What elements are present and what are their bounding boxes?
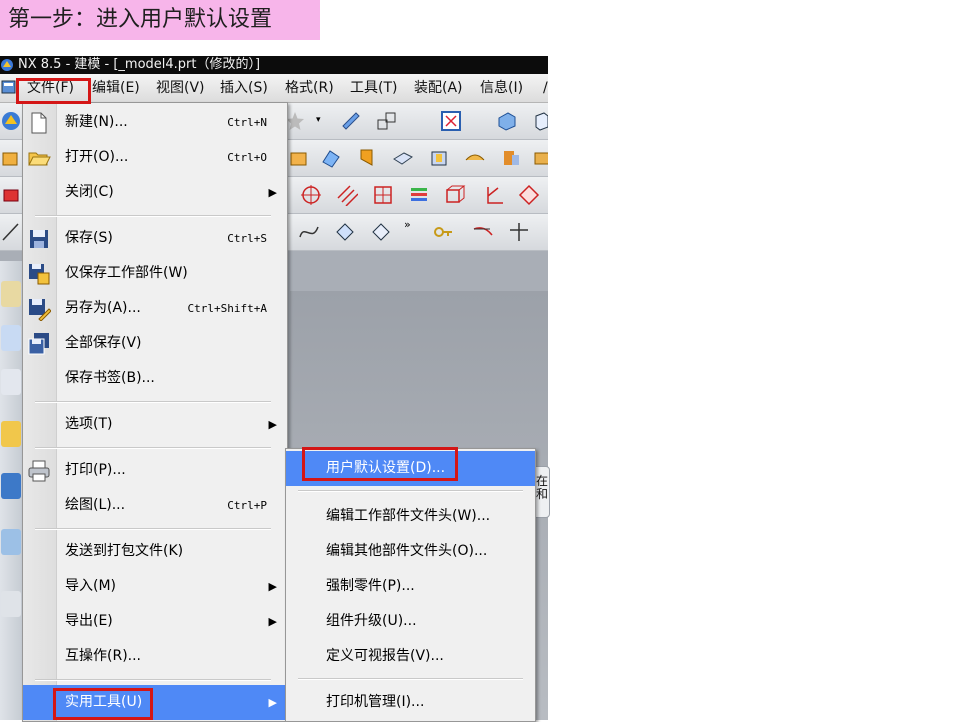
title-bar: NX 8.5 - 建模 - [_model4.prt（修改的）] [0,56,548,74]
file-menu-interoperation[interactable]: 互操作(R)... [23,639,287,674]
red-block-icon[interactable] [0,184,22,206]
submenu-edit-other-part-header[interactable]: 编辑其他部件文件头(O)... [286,534,535,569]
annotation-box-utilities [53,688,153,720]
menu-view[interactable]: 视图(V) [156,79,205,97]
extrude-icon[interactable] [0,147,22,169]
trim-icon[interactable] [334,221,356,243]
line-tool-icon[interactable] [0,221,22,243]
info-icon[interactable] [1,473,21,499]
angle-icon[interactable] [484,184,506,206]
save-disk-icon [30,230,48,248]
snap-point-icon[interactable] [340,110,362,132]
file-menu-save-as[interactable]: 另存为(A)... Ctrl+Shift+A [23,291,287,326]
boss-icon[interactable] [428,147,450,169]
nx-app-icon [1,59,13,71]
menu-assemblies[interactable]: 装配(A) [414,79,463,97]
app-menu-icon[interactable] [1,79,17,95]
file-menu-send-to-package[interactable]: 发送到打包文件(K) [23,534,287,569]
extend-icon[interactable] [370,221,392,243]
annotation-box-user-defaults [302,447,458,481]
cube-icon[interactable] [530,110,548,132]
assembly-navigator-icon[interactable] [1,281,21,307]
submenu-arrow-icon: ▶ [268,615,277,628]
submenu-component-upgrade[interactable]: 组件升级(U)... [286,604,535,639]
part-navigator-icon[interactable] [1,369,21,395]
save-all-icon [28,333,49,355]
revolve-icon[interactable] [356,147,378,169]
open-folder-icon [28,152,51,166]
file-menu-open[interactable]: 打开(O)... Ctrl+O [23,140,287,175]
hole-icon[interactable] [392,147,414,169]
menu-separator [298,490,523,492]
submenu-printer-management[interactable]: 打印机管理(I)... [286,685,535,720]
curve-arrow-icon[interactable] [472,221,494,243]
diamond-icon[interactable] [518,184,540,206]
save-work-part-icon [29,264,50,285]
slot-icon[interactable] [532,147,548,169]
key-icon[interactable] [432,221,454,243]
sweep-icon[interactable] [320,147,342,169]
menu-separator [35,447,271,449]
printer-icon [28,460,50,482]
menu-format[interactable]: 格式(R) [285,79,334,97]
submenu-arrow-icon: ▶ [268,696,277,709]
pocket-icon[interactable] [464,147,486,169]
menu-insert[interactable]: 插入(S) [220,79,268,97]
file-menu-print[interactable]: 打印(P)... [23,453,287,488]
block-icon[interactable] [288,147,310,169]
constraint-navigator-icon[interactable] [1,325,21,351]
submenu-force-part[interactable]: 强制零件(P)... [286,569,535,604]
menu-overflow[interactable]: / [543,79,548,97]
file-menu-plot[interactable]: 绘图(L)... Ctrl+P [23,488,287,523]
new-file-icon [31,112,47,134]
hatch-icon[interactable] [336,184,358,206]
view-orient-icon[interactable] [496,110,518,132]
menu-tools[interactable]: 工具(T) [350,79,397,97]
pad-icon[interactable] [500,147,522,169]
nx-logo-icon[interactable] [0,110,22,132]
submenu-edit-work-part-header[interactable]: 编辑工作部件文件头(W)... [286,499,535,534]
menu-edit[interactable]: 编辑(E) [92,79,140,97]
circle-center-icon[interactable] [300,184,322,206]
cross-tool-icon[interactable] [508,221,530,243]
window-title: NX 8.5 - 建模 - [_model4.prt（修改的）] [18,57,261,72]
dropdown-arrow-icon[interactable]: ▾ [316,115,321,125]
menu-separator [35,679,271,681]
save-as-icon [29,299,51,321]
submenu-arrow-icon: ▶ [268,580,277,593]
file-menu-options[interactable]: 选项(T) ▶ [23,407,287,442]
file-menu-export[interactable]: 导出(E) ▶ [23,604,287,639]
file-menu-close[interactable]: 关闭(C) ▶ [23,175,287,210]
file-menu-import[interactable]: 导入(M) ▶ [23,569,287,604]
submenu-arrow-icon: ▶ [268,418,277,431]
history-clock-icon[interactable] [1,591,21,617]
utilities-submenu: 用户默认设置(D)... 编辑工作部件文件头(W)... 编辑其他部件文件头(O… [285,448,536,722]
file-menu-save-all[interactable]: 全部保存(V) [23,326,287,361]
move-object-icon[interactable] [376,110,398,132]
spline-icon[interactable] [298,221,320,243]
toolbar-overflow-icon[interactable]: » [404,218,411,231]
layers-icon[interactable] [408,184,430,206]
wire-box-icon[interactable] [444,184,466,206]
submenu-define-visual-report[interactable]: 定义可视报告(V)... [286,639,535,674]
file-menu: 新建(N)... Ctrl+N 打开(O)... Ctrl+O 关闭(C) ▶ … [22,102,288,722]
annotation-box-file-menu [16,78,91,104]
file-menu-save[interactable]: 保存(S) Ctrl+S [23,221,287,256]
side-panel-tab[interactable]: 在 和 [534,466,550,518]
fit-view-icon[interactable] [440,110,462,132]
resource-bar [0,261,22,720]
reuse-library-icon[interactable] [1,421,21,447]
menu-separator [298,678,523,680]
file-menu-save-work-part[interactable]: 仅保存工作部件(W) [23,256,287,291]
submenu-arrow-icon: ▶ [268,186,277,199]
menu-information[interactable]: 信息(I) [480,79,523,97]
menu-separator [35,215,271,217]
step-banner: 第一步：进入用户默认设置 [0,0,320,40]
file-menu-new[interactable]: 新建(N)... Ctrl+N [23,105,287,140]
menu-separator [35,401,271,403]
menu-separator [35,528,271,530]
file-menu-save-bookmark[interactable]: 保存书签(B)... [23,361,287,396]
grid-target-icon[interactable] [372,184,394,206]
web-browser-icon[interactable] [1,529,21,555]
